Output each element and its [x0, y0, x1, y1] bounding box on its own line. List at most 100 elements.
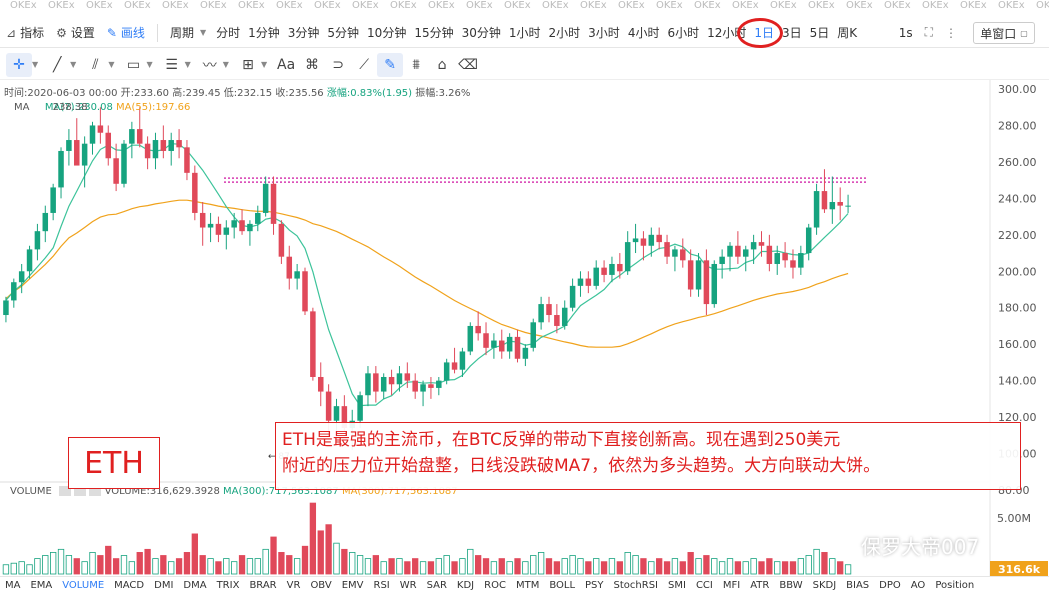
period-option[interactable]: 1日: [750, 18, 778, 47]
period-option[interactable]: 5日: [806, 18, 834, 47]
indicator-tab[interactable]: AO: [906, 580, 931, 591]
interval-button[interactable]: 1s: [893, 18, 919, 47]
indicator-tab[interactable]: BBW: [774, 580, 807, 591]
indicator-tab[interactable]: MTM: [511, 580, 544, 591]
caret-down-icon[interactable]: ▼: [146, 60, 152, 69]
volume-bar: [215, 561, 222, 575]
period-option[interactable]: 1分钟: [244, 18, 284, 47]
indicator-tab[interactable]: EMA: [25, 580, 57, 591]
indicator-tab[interactable]: OBV: [305, 580, 336, 591]
amplitude-info: 振幅:3.26%: [415, 88, 471, 99]
caret-down-icon[interactable]: ▼: [32, 60, 38, 69]
period-dropdown[interactable]: 周期 ▼: [164, 18, 212, 47]
indicator-tab[interactable]: KDJ: [452, 580, 479, 591]
watermark-text: OKEx: [998, 0, 1025, 11]
ma55-value: MA(55):197.66: [116, 102, 191, 113]
wave-icon[interactable]: 〰: [197, 53, 223, 77]
indicator-tab[interactable]: DMA: [178, 580, 211, 591]
period-option[interactable]: 10分钟: [363, 18, 410, 47]
volume-bar: [57, 548, 65, 575]
magnet-icon[interactable]: ⊃: [325, 53, 351, 77]
indicator-tab[interactable]: DMI: [149, 580, 178, 591]
indicator-tab[interactable]: WR: [395, 580, 422, 591]
period-option[interactable]: 3小时: [584, 18, 624, 47]
period-option[interactable]: 6小时: [663, 18, 703, 47]
indicator-tab[interactable]: CCI: [691, 580, 718, 591]
period-option[interactable]: 3分钟: [284, 18, 324, 47]
volume-bar: [356, 555, 364, 575]
period-option[interactable]: 周K: [833, 18, 861, 47]
indicator-tab[interactable]: SAR: [422, 580, 452, 591]
draw-button[interactable]: ✎ 画线: [101, 18, 151, 47]
high-info: 高:239.45: [172, 88, 221, 99]
indicator-tab[interactable]: BRAR: [244, 580, 281, 591]
rectangle-icon[interactable]: ▭: [120, 53, 146, 77]
period-option[interactable]: 3日: [778, 18, 806, 47]
crosshair-icon[interactable]: ✛: [6, 52, 32, 77]
more-icon[interactable]: ⋮: [939, 18, 963, 47]
candle-body: [168, 140, 174, 151]
lock-icon[interactable]: ⌂: [429, 53, 455, 77]
indicator-tab[interactable]: RSI: [369, 580, 395, 591]
ruler-icon[interactable]: ⟋: [351, 53, 377, 77]
window-mode-select[interactable]: 单窗口 ▢: [973, 22, 1035, 44]
caret-down-icon[interactable]: ▼: [261, 60, 267, 69]
indicator-tab[interactable]: DPO: [874, 580, 906, 591]
candle-body: [632, 238, 639, 243]
period-option[interactable]: 15分钟: [410, 18, 457, 47]
volume-bar: [522, 561, 529, 575]
period-option[interactable]: 分时: [212, 18, 244, 47]
trash-icon[interactable]: ⌫: [455, 53, 481, 77]
candle-body: [735, 245, 741, 257]
period-option[interactable]: 2小时: [545, 18, 585, 47]
settings-button[interactable]: ⚙ 设置: [50, 18, 101, 47]
caret-down-icon[interactable]: ▼: [108, 60, 114, 69]
indicator-tab[interactable]: MFI: [718, 580, 745, 591]
grid-icon[interactable]: ⊞: [235, 53, 261, 77]
candle-body: [593, 267, 599, 286]
volume-bar: [293, 558, 301, 575]
period-option[interactable]: 5分钟: [323, 18, 363, 47]
indicator-tab[interactable]: ATR: [745, 580, 774, 591]
horizontal-icon[interactable]: ☰: [159, 53, 185, 77]
candle-body: [231, 220, 237, 228]
indicator-tab[interactable]: VOLUME: [57, 580, 109, 591]
volume-bar: [640, 558, 647, 575]
period-option[interactable]: 1小时: [505, 18, 545, 47]
fib-icon[interactable]: ⌘: [299, 53, 325, 77]
candle-body: [782, 253, 788, 261]
volume-bar: [128, 561, 136, 575]
indicators-button[interactable]: ⊿ 指标: [0, 18, 50, 47]
indicator-tab[interactable]: EMV: [337, 580, 369, 591]
caret-down-icon[interactable]: ▼: [223, 60, 229, 69]
indicator-tab[interactable]: ROC: [479, 580, 511, 591]
indicator-tab[interactable]: BIAS: [841, 580, 874, 591]
pencil-icon[interactable]: ✎: [377, 52, 404, 77]
watermark-text: OKEx: [656, 0, 683, 11]
parallel-icon[interactable]: ⫽: [82, 53, 108, 77]
fullscreen-icon[interactable]: ⛶: [919, 18, 939, 47]
caret-down-icon[interactable]: ▼: [70, 60, 76, 69]
indicator-tab[interactable]: BOLL: [544, 580, 580, 591]
caret-down-icon[interactable]: ▼: [185, 60, 191, 69]
candle-body: [451, 362, 458, 370]
period-option[interactable]: 30分钟: [458, 18, 505, 47]
indicator-tab[interactable]: SMI: [663, 580, 691, 591]
indicator-tab[interactable]: Position: [930, 580, 979, 591]
text-icon[interactable]: Aa: [273, 53, 299, 77]
watermark-text: OKEx: [846, 0, 873, 11]
indicator-tab[interactable]: VR: [282, 580, 306, 591]
indicator-tab[interactable]: SKDJ: [808, 580, 842, 591]
indicator-tab[interactable]: MACD: [109, 580, 149, 591]
line-icon[interactable]: ╱: [44, 53, 70, 77]
indicator-tab[interactable]: PSY: [580, 580, 609, 591]
candle-body: [152, 140, 159, 159]
indicator-tab[interactable]: TRIX: [212, 580, 245, 591]
indicator-tab[interactable]: StochRSI: [609, 580, 663, 591]
price-chart[interactable]: 300.00 280.00 260.00 240.00 220.00 200.00 180.…: [0, 80, 1049, 576]
visibility-icon[interactable]: ⩩: [403, 53, 429, 77]
period-option[interactable]: 12小时: [703, 18, 750, 47]
indicator-tab[interactable]: MA: [0, 580, 25, 591]
y-axis-tick-label: 160.00: [998, 338, 1037, 351]
period-option[interactable]: 4小时: [624, 18, 664, 47]
